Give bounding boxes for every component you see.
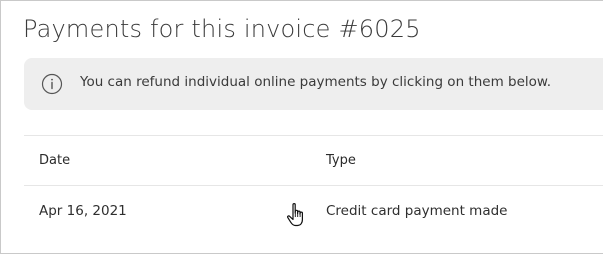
column-header-date: Date xyxy=(39,153,71,168)
page-title: Payments for this invoice #6025 xyxy=(23,15,421,43)
info-notice: You can refund individual online payment… xyxy=(24,58,603,110)
payments-table: Date Type Apr 16, 2021 Credit card payme… xyxy=(24,135,603,237)
info-icon xyxy=(41,73,63,95)
table-header-row: Date Type xyxy=(24,135,603,185)
column-header-type: Type xyxy=(326,153,356,168)
payment-type: Credit card payment made xyxy=(326,203,508,219)
payment-date: Apr 16, 2021 xyxy=(39,203,127,219)
notice-text: You can refund individual online payment… xyxy=(80,74,551,90)
hand-pointer-icon xyxy=(285,201,309,231)
table-row[interactable]: Apr 16, 2021 Credit card payment made xyxy=(24,185,603,237)
payments-panel: Payments for this invoice #6025 You can … xyxy=(0,0,603,254)
